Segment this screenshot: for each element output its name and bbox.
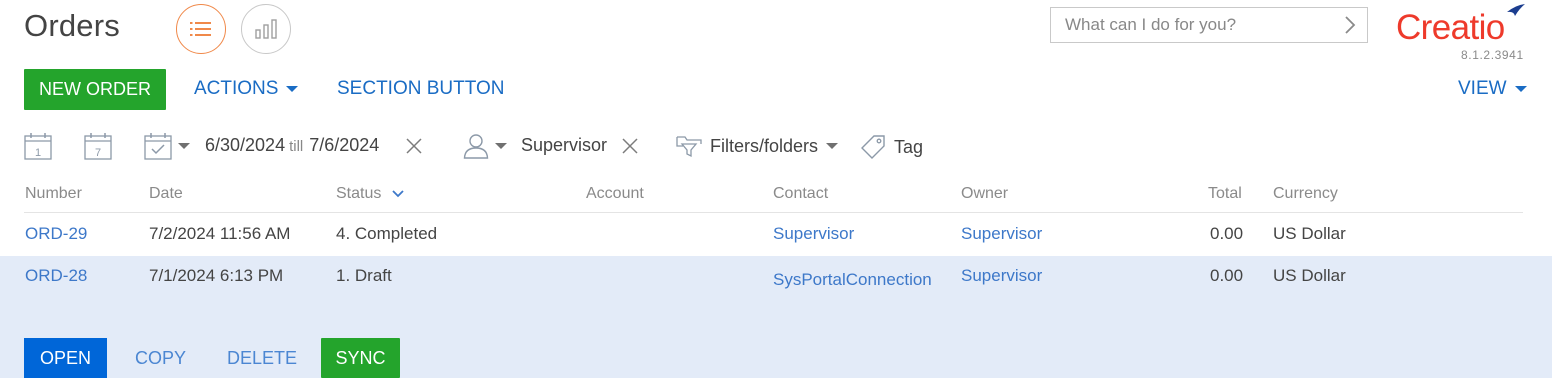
filter-folder-icon (676, 136, 702, 158)
column-header-status-label: Status (336, 185, 382, 202)
row-owner-link[interactable]: Supervisor (961, 224, 1042, 244)
row-currency: US Dollar (1273, 224, 1346, 243)
chart-view-icon (255, 19, 277, 39)
period-dropdown[interactable] (144, 132, 190, 160)
date-from[interactable]: 6/30/2024 (205, 135, 285, 156)
date-to[interactable]: 7/6/2024 (309, 135, 379, 156)
command-search-box[interactable] (1050, 7, 1368, 43)
close-icon[interactable] (621, 137, 639, 160)
copy-button[interactable]: COPY (135, 348, 186, 369)
row-date: 7/1/2024 6:13 PM (149, 266, 284, 285)
user-icon (463, 134, 489, 159)
filters-folders-dropdown[interactable]: Filters/folders (676, 134, 839, 158)
row-owner-link[interactable]: Supervisor (961, 266, 1042, 286)
row-number-link[interactable]: ORD-29 (25, 224, 87, 244)
row-currency: US Dollar (1273, 266, 1346, 285)
column-header-account[interactable]: Account (586, 185, 644, 203)
delete-button[interactable]: DELETE (227, 348, 297, 369)
view-label: VIEW (1458, 78, 1507, 99)
column-header-status[interactable]: Status (336, 185, 405, 203)
sort-desc-icon (392, 190, 404, 198)
view-dropdown[interactable]: VIEW (1458, 78, 1527, 100)
caret-down-icon (1514, 86, 1527, 92)
till-label: till (289, 138, 304, 155)
list-view-button[interactable] (176, 4, 226, 54)
table-row[interactable]: ORD-29 7/2/2024 11:56 AM 4. Completed Su… (0, 213, 1552, 256)
caret-down-icon (826, 143, 839, 149)
row-status: 4. Completed (336, 224, 438, 243)
column-header-currency[interactable]: Currency (1273, 185, 1338, 203)
row-total: 0.00 (1210, 224, 1244, 243)
row-date: 7/2/2024 11:56 AM (149, 224, 291, 243)
creatio-logo: Creatio (1396, 8, 1505, 47)
column-header-contact[interactable]: Contact (773, 185, 828, 203)
row-status: 1. Draft (336, 266, 392, 285)
owner-filter-value[interactable]: Supervisor (521, 135, 607, 156)
filters-folders-label: Filters/folders (710, 135, 819, 156)
new-order-button[interactable]: NEW ORDER (24, 69, 166, 110)
table-row-selected[interactable]: ORD-28 7/1/2024 6:13 PM 1. Draft SysPort… (0, 256, 1552, 378)
app-version: 8.1.2.3941 (1461, 48, 1524, 62)
calendar-period-icon (144, 133, 172, 160)
caret-down-icon (286, 86, 299, 92)
column-header-total[interactable]: Total (1208, 185, 1242, 203)
page-title: Orders (24, 8, 120, 43)
chart-view-button[interactable] (241, 4, 291, 54)
close-icon[interactable] (405, 137, 423, 160)
column-header-number[interactable]: Number (25, 185, 82, 203)
actions-dropdown[interactable]: ACTIONS (194, 78, 299, 100)
calendar-week-number: 7 (95, 147, 101, 159)
caret-down-icon (495, 143, 507, 149)
caret-down-icon (178, 143, 190, 149)
section-button[interactable]: SECTION BUTTON (337, 78, 505, 100)
sync-button[interactable]: SYNC (321, 338, 400, 378)
calendar-day-icon[interactable]: 1 (24, 132, 52, 165)
calendar-day-number: 1 (35, 147, 41, 159)
tag-icon (861, 135, 885, 159)
row-contact-link[interactable]: SysPortalConnection (773, 266, 933, 293)
owner-filter-dropdown[interactable] (463, 133, 507, 159)
command-search-input[interactable] (1051, 14, 1337, 36)
calendar-week-icon[interactable]: 7 (84, 132, 112, 165)
open-button[interactable]: OPEN (24, 338, 107, 378)
column-header-owner[interactable]: Owner (961, 185, 1008, 203)
tag-filter-button[interactable]: Tag (860, 134, 923, 160)
chevron-right-icon[interactable] (1343, 14, 1357, 41)
row-total: 0.00 (1210, 266, 1244, 285)
date-range-filter[interactable]: 6/30/2024 till 7/6/2024 (205, 135, 379, 156)
row-contact-link[interactable]: Supervisor (773, 224, 854, 244)
list-view-icon (190, 22, 211, 36)
column-header-date[interactable]: Date (149, 185, 183, 203)
logo-mark-icon (1506, 3, 1526, 22)
actions-label: ACTIONS (194, 78, 279, 99)
row-number-link[interactable]: ORD-28 (25, 266, 87, 286)
tag-label: Tag (894, 136, 924, 157)
